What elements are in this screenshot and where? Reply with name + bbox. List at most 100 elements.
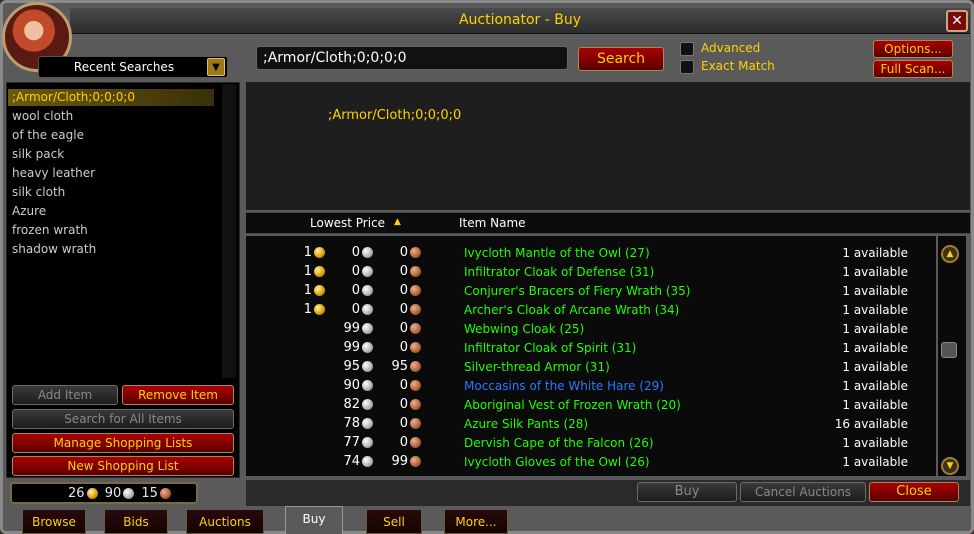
advanced-checkbox[interactable]	[680, 42, 694, 56]
result-row[interactable]: 74 99 Ivycloth Gloves of the Owl (26) 1 ava…	[246, 453, 936, 472]
tab-more[interactable]: More...	[444, 510, 508, 534]
window-title: Auctionator - Buy	[458, 12, 582, 28]
recent-search-item[interactable]: shadow wrath	[8, 241, 214, 258]
available-count: 16 available	[834, 417, 908, 431]
results-list: 1 0 0 Ivycloth Mantle of the Owl (27) 1 avai…	[246, 236, 936, 476]
silver-coin-icon	[362, 380, 373, 391]
new-shopping-list-button[interactable]: New Shopping List	[12, 456, 234, 476]
search-button[interactable]: Search	[578, 47, 664, 71]
price-silver: 99	[343, 340, 360, 355]
tab-buy[interactable]: Buy	[285, 506, 343, 534]
result-row[interactable]: 90 0 Moccasins of the White Hare (29) 1 ava…	[246, 377, 936, 396]
item-name[interactable]: Ivycloth Gloves of the Owl (26)	[464, 455, 650, 469]
advanced-label: Advanced	[701, 41, 761, 55]
result-row[interactable]: 1 0 0 Archer's Cloak of Arcane Wrath (34) 1 …	[246, 301, 936, 320]
recent-search-item[interactable]: Azure	[8, 203, 214, 220]
item-name[interactable]: Aboriginal Vest of Frozen Wrath (20)	[464, 398, 681, 412]
recent-search-item[interactable]: silk pack	[8, 146, 214, 163]
silver-coin-icon	[362, 342, 373, 353]
sort-arrow-icon[interactable]: ▲	[394, 217, 401, 227]
item-name[interactable]: Silver-thread Armor (31)	[464, 360, 610, 374]
recent-searches-dropdown[interactable]: Recent Searches ▼	[38, 56, 228, 78]
silver-coin-icon	[362, 266, 373, 277]
recent-search-item[interactable]: heavy leather	[8, 165, 214, 182]
result-row[interactable]: 1 0 0 Conjurer's Bracers of Fiery Wrath (35…	[246, 282, 936, 301]
price-silver: 82	[343, 397, 360, 412]
recent-search-item[interactable]: silk cloth	[8, 184, 214, 201]
recent-search-item[interactable]: ;Armor/Cloth;0;0;0;0	[8, 89, 214, 106]
add-item-button[interactable]: Add Item	[12, 385, 118, 405]
close-button[interactable]: Close	[869, 482, 959, 502]
scroll-down-icon[interactable]: ▼	[941, 457, 959, 475]
full-scan-button[interactable]: Full Scan...	[873, 60, 953, 78]
col-lowest-price[interactable]: Lowest Price	[310, 216, 385, 230]
price-silver: 0	[351, 283, 360, 298]
silver-coin-icon	[362, 399, 373, 410]
item-name[interactable]: Webwing Cloak (25)	[464, 322, 584, 336]
result-row[interactable]: 1 0 0 Ivycloth Mantle of the Owl (27) 1 avai…	[246, 244, 936, 263]
price-copper: 0	[399, 264, 408, 279]
copper-coin-icon	[159, 488, 171, 499]
price-silver: 0	[351, 245, 360, 260]
tab-browse[interactable]: Browse	[22, 510, 86, 534]
item-name[interactable]: Ivycloth Mantle of the Owl (27)	[464, 246, 650, 260]
remove-item-button[interactable]: Remove Item	[122, 385, 234, 405]
copper-coin-icon	[410, 399, 421, 410]
recent-searches-label: Recent Searches	[73, 60, 175, 74]
recent-search-item[interactable]: wool cloth	[8, 108, 214, 125]
copper-coin-icon	[410, 285, 421, 296]
chevron-down-icon[interactable]: ▼	[207, 58, 225, 76]
copper-coin-icon	[410, 323, 421, 334]
exact-match-checkbox[interactable]	[680, 60, 694, 74]
result-row[interactable]: 99 0 Webwing Cloak (25) 1 available	[246, 320, 936, 339]
available-count: 1 available	[842, 455, 908, 469]
close-icon[interactable]: ✕	[946, 10, 968, 32]
available-count: 1 available	[842, 436, 908, 450]
search-info-panel: ;Armor/Cloth;0;0;0;0	[246, 82, 970, 210]
col-item-name[interactable]: Item Name	[459, 216, 526, 230]
result-row[interactable]: 1 0 0 Infiltrator Cloak of Defense (31) 1 av…	[246, 263, 936, 282]
result-row[interactable]: 78 0 Azure Silk Pants (28) 16 available	[246, 415, 936, 434]
recent-list-scrollbar[interactable]	[222, 84, 236, 378]
item-name[interactable]: Infiltrator Cloak of Spirit (31)	[464, 341, 636, 355]
item-name[interactable]: Dervish Cape of the Falcon (26)	[464, 436, 654, 450]
exact-match-label: Exact Match	[701, 59, 775, 73]
scroll-up-icon[interactable]: ▲	[941, 245, 959, 263]
options-button[interactable]: Options...	[873, 40, 953, 58]
result-row[interactable]: 82 0 Aboriginal Vest of Frozen Wrath (20) 1…	[246, 396, 936, 415]
item-name[interactable]: Conjurer's Bracers of Fiery Wrath (35)	[464, 284, 690, 298]
result-row[interactable]: 95 95 Silver-thread Armor (31) 1 available	[246, 358, 936, 377]
price-gold: 1	[303, 264, 312, 279]
tab-bids[interactable]: Bids	[104, 510, 168, 534]
tab-sell[interactable]: Sell	[366, 510, 422, 534]
result-row[interactable]: 77 0 Dervish Cape of the Falcon (26) 1 avai…	[246, 434, 936, 453]
copper-coin-icon	[410, 266, 421, 277]
tab-auctions[interactable]: Auctions	[186, 510, 264, 534]
item-name[interactable]: Azure Silk Pants (28)	[464, 417, 588, 431]
silver-coin-icon	[362, 418, 373, 429]
money-copper: 15	[141, 486, 158, 501]
price-silver: 77	[343, 435, 360, 450]
item-name[interactable]: Infiltrator Cloak of Defense (31)	[464, 265, 654, 279]
copper-coin-icon	[410, 456, 421, 467]
buy-button[interactable]: Buy	[637, 482, 737, 502]
manage-shopping-lists-button[interactable]: Manage Shopping Lists	[12, 433, 234, 453]
result-row[interactable]: 99 0 Infiltrator Cloak of Spirit (31) 1 ava…	[246, 339, 936, 358]
recent-search-item[interactable]: of the eagle	[8, 127, 214, 144]
available-count: 1 available	[842, 341, 908, 355]
cancel-auctions-button[interactable]: Cancel Auctions	[740, 482, 866, 502]
available-count: 1 available	[842, 265, 908, 279]
available-count: 1 available	[842, 322, 908, 336]
search-input[interactable]: ;Armor/Cloth;0;0;0;0	[256, 46, 568, 70]
recent-search-item[interactable]: frozen wrath	[8, 222, 214, 239]
available-count: 1 available	[842, 398, 908, 412]
copper-coin-icon	[410, 361, 421, 372]
price-gold: 1	[303, 245, 312, 260]
price-gold: 1	[303, 283, 312, 298]
scroll-thumb[interactable]	[941, 342, 957, 358]
search-all-items-button[interactable]: Search for All Items	[12, 409, 234, 429]
item-name[interactable]: Moccasins of the White Hare (29)	[464, 379, 664, 393]
results-scrollbar[interactable]: ▲ ▼	[938, 236, 966, 476]
item-name[interactable]: Archer's Cloak of Arcane Wrath (34)	[464, 303, 679, 317]
price-copper: 95	[391, 359, 408, 374]
